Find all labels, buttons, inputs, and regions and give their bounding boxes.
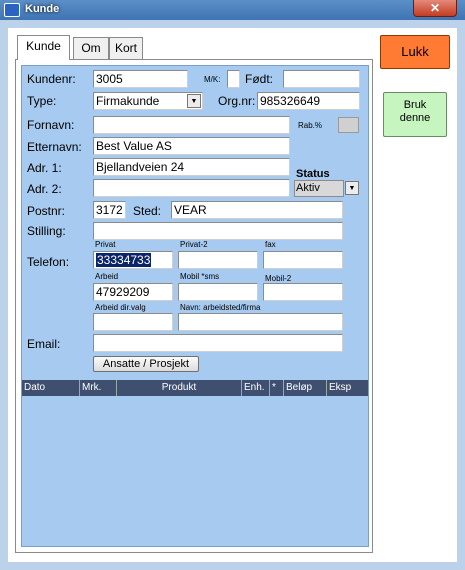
col-eksp[interactable]: Eksp: [327, 380, 368, 396]
bruk-line2: denne: [399, 112, 431, 124]
stilling-field[interactable]: [93, 222, 343, 240]
mobil-label: Mobil *sms: [180, 272, 220, 281]
kundenr-field[interactable]: 3005: [93, 70, 188, 88]
stilling-label: Stilling:: [27, 224, 66, 238]
privat2-label: Privat-2: [180, 240, 208, 249]
history-grid-body[interactable]: [22, 396, 368, 546]
close-button[interactable]: ✕: [413, 0, 457, 17]
fax-label: fax: [265, 240, 276, 249]
email-label: Email:: [27, 337, 61, 351]
fornavn-label: Fornavn:: [27, 118, 75, 132]
adr1-field[interactable]: Bjellandveien 24: [93, 158, 290, 176]
orgnr-field[interactable]: 985326649: [257, 92, 360, 110]
title-bar: [0, 0, 465, 20]
postnr-label: Postnr:: [27, 204, 66, 218]
app-icon: [4, 3, 20, 17]
telefon-label: Telefon:: [27, 255, 70, 269]
col-produkt[interactable]: Produkt: [117, 380, 242, 396]
arbeid-phone-field[interactable]: 47929209: [93, 283, 173, 301]
arbeid-dir-label: Arbeid dir.valg: [95, 303, 146, 312]
sted-field[interactable]: VEAR: [171, 201, 343, 219]
status-chevron-down-icon[interactable]: ▼: [345, 181, 359, 195]
fax-field[interactable]: [263, 251, 343, 269]
privat-phone-value: 33334733: [96, 253, 152, 267]
etternavn-field[interactable]: Best Value AS: [93, 137, 290, 155]
navn-arbeid-label: Navn: arbeidsted/firma: [180, 303, 261, 312]
fodt-field[interactable]: [283, 70, 360, 88]
etternavn-label: Etternavn:: [27, 140, 82, 154]
history-grid-header: Dato Mrk. Produkt Enh. * Beløp Eksp: [22, 380, 368, 396]
mk-label: M/K:: [204, 75, 221, 84]
type-label: Type:: [27, 94, 57, 108]
status-label: Status: [296, 168, 330, 180]
col-mrk[interactable]: Mrk.: [80, 380, 117, 396]
sted-label: Sted:: [133, 204, 162, 218]
fornavn-field[interactable]: [93, 116, 290, 134]
mobil-phone-field[interactable]: [178, 283, 258, 301]
navn-arbeid-field[interactable]: [178, 313, 343, 331]
privat-label: Privat: [95, 240, 116, 249]
arbeid-label: Arbeid: [95, 272, 119, 281]
bruk-denne-button[interactable]: Bruk denne: [383, 92, 447, 137]
adr2-field[interactable]: [93, 179, 290, 197]
ansatte-prosjekt-button[interactable]: Ansatte / Prosjekt: [93, 356, 199, 372]
postnr-field[interactable]: 3172: [93, 201, 126, 219]
bruk-line1: Bruk: [403, 99, 427, 111]
mobil2-phone-field[interactable]: [263, 283, 343, 301]
arbeid-dir-field[interactable]: [93, 313, 173, 331]
adr2-label: Adr. 2:: [27, 182, 62, 196]
lukk-button[interactable]: Lukk: [380, 35, 450, 69]
col-star[interactable]: *: [270, 380, 284, 396]
fodt-label: Født:: [245, 72, 274, 86]
chevron-down-icon[interactable]: ▼: [187, 94, 201, 108]
mk-field[interactable]: [227, 70, 240, 88]
rab-field[interactable]: [338, 117, 359, 133]
rab-label: Rab.%: [298, 121, 323, 130]
email-field[interactable]: [93, 334, 343, 352]
tab-kunde[interactable]: Kunde: [17, 35, 70, 60]
col-belop[interactable]: Beløp: [284, 380, 327, 396]
privat-phone-field[interactable]: 33334733: [93, 251, 173, 269]
window-title: Kunde: [25, 3, 60, 15]
tab-om[interactable]: Om: [73, 37, 109, 59]
orgnr-label: Org.nr:: [218, 94, 256, 108]
mobil2-label: Mobil-2: [265, 274, 292, 283]
privat2-phone-field[interactable]: [178, 251, 258, 269]
col-enh[interactable]: Enh.: [242, 380, 270, 396]
adr1-label: Adr. 1:: [27, 161, 62, 175]
kundenr-label: Kundenr:: [27, 72, 76, 86]
status-select[interactable]: Aktiv: [294, 180, 344, 197]
tab-kort[interactable]: Kort: [109, 37, 143, 59]
col-dato[interactable]: Dato: [22, 380, 80, 396]
